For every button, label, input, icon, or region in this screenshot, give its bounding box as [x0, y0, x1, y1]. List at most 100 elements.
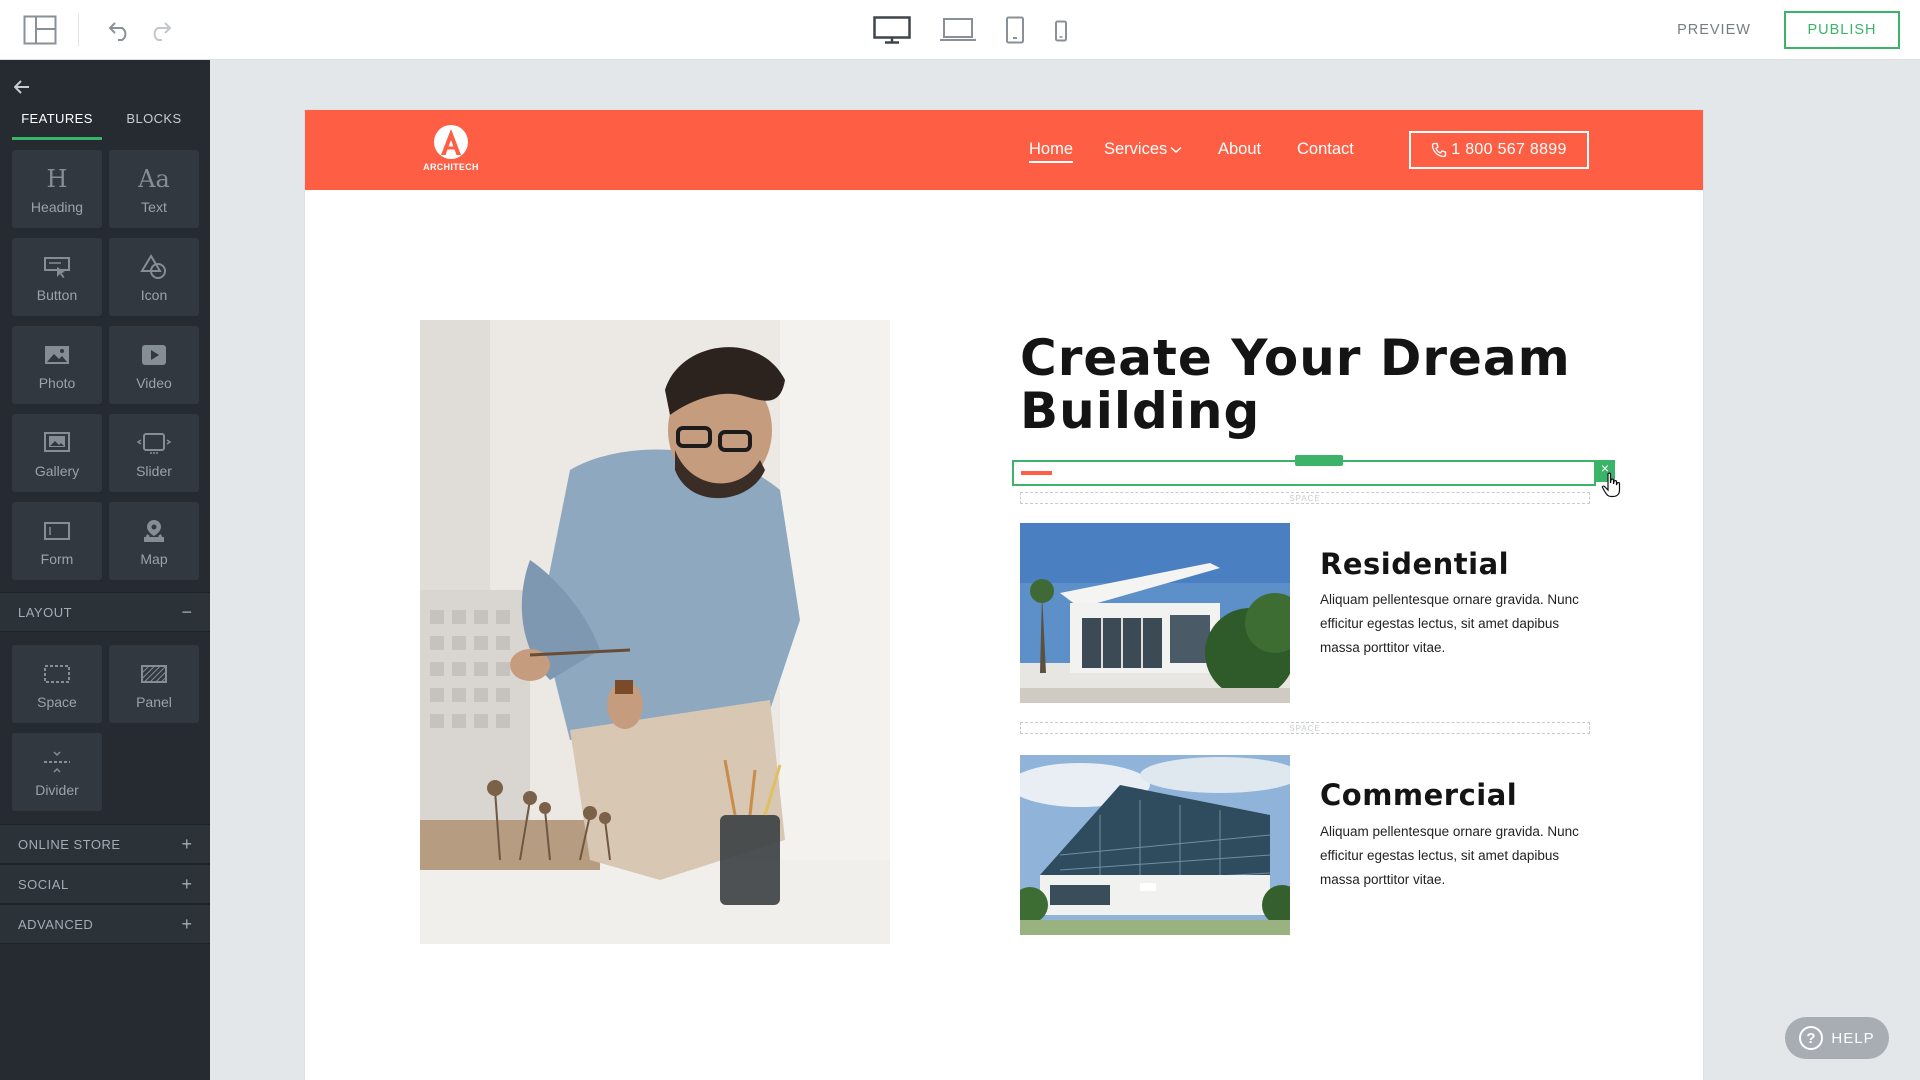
publish-button[interactable]: PUBLISH [1784, 11, 1900, 49]
site-header[interactable]: ARCHITECH Home Services About Contact 1 … [305, 110, 1703, 190]
expand-icon: + [181, 914, 192, 934]
redo-icon[interactable] [144, 14, 176, 46]
feature-form[interactable]: Form [12, 502, 102, 580]
feature-heading[interactable]: H Heading [12, 150, 102, 228]
space-label: SPACE [1289, 723, 1321, 733]
tablet-icon[interactable] [1000, 12, 1030, 48]
layout-space[interactable]: Space [12, 645, 102, 723]
collapse-icon: − [181, 602, 192, 622]
feature-label: Icon [140, 287, 168, 303]
layout-divider[interactable]: Divider [12, 733, 102, 811]
feature-label: Heading [30, 199, 84, 215]
laptop-icon[interactable] [936, 12, 980, 48]
preview-button[interactable]: PREVIEW [1662, 16, 1766, 44]
panel-icon [140, 659, 168, 689]
commercial-building-photo [1020, 755, 1290, 935]
site-logo[interactable]: ARCHITECH [415, 124, 487, 178]
button-icon [43, 252, 71, 282]
feature-label: Photo [38, 375, 76, 391]
hand-cursor-icon [1601, 472, 1623, 498]
divider-icon [42, 747, 72, 777]
expand-icon: + [181, 874, 192, 894]
layout-icon[interactable] [20, 13, 60, 47]
space-block[interactable]: SPACE [1020, 722, 1590, 734]
phone-button[interactable]: 1 800 567 8899 [1409, 131, 1589, 169]
gallery-icon [43, 428, 71, 458]
online-store-section[interactable]: ONLINE STORE + [0, 824, 210, 864]
orange-divider [1021, 471, 1052, 475]
feature-gallery[interactable]: Gallery [12, 414, 102, 492]
layout-section-header[interactable]: LAYOUT − [0, 592, 210, 632]
feature-icon[interactable]: Icon [109, 238, 199, 316]
feature-slider[interactable]: Slider [109, 414, 199, 492]
architect-photo-image [420, 320, 890, 944]
hero-photo[interactable] [420, 320, 890, 944]
section-title: ONLINE STORE [18, 836, 121, 852]
feature-label: Gallery [34, 463, 80, 479]
service-text-commercial[interactable]: Aliquam pellentesque ornare gravida. Nun… [1320, 820, 1595, 892]
feature-button[interactable]: Button [12, 238, 102, 316]
feature-label: Slider [136, 463, 172, 479]
feature-label: Button [36, 287, 78, 303]
layout-grid: Space Panel Divider [12, 645, 199, 811]
service-text-residential[interactable]: Aliquam pellentesque ornare gravida. Nun… [1320, 588, 1595, 660]
help-button[interactable]: ? HELP [1785, 1017, 1889, 1059]
text-icon: Aa [138, 165, 170, 193]
nav-home[interactable]: Home [1029, 140, 1074, 163]
space-label: SPACE [1289, 493, 1321, 503]
section-title: SOCIAL [18, 876, 69, 892]
feature-photo[interactable]: Photo [12, 326, 102, 404]
help-label: HELP [1831, 1029, 1875, 1047]
nav-services-label: Services [1104, 140, 1168, 158]
selected-divider-block[interactable] [1012, 455, 1596, 486]
slider-icon [137, 428, 171, 458]
page-title[interactable]: Create Your Dream Building [1020, 332, 1580, 438]
layout-panel[interactable]: Panel [109, 645, 199, 723]
top-toolbar: PREVIEW PUBLISH [0, 0, 1920, 60]
layout-label: Divider [35, 782, 79, 798]
tab-features[interactable]: FEATURES [12, 108, 102, 140]
service-title-commercial[interactable]: Commercial [1320, 778, 1517, 812]
expand-icon: + [181, 834, 192, 854]
feature-text[interactable]: Aa Text [109, 150, 199, 228]
space-block[interactable]: SPACE [1020, 492, 1590, 504]
phone-icon[interactable] [1050, 14, 1072, 48]
heading-icon: H [46, 165, 68, 193]
section-title: ADVANCED [18, 916, 94, 932]
social-section[interactable]: SOCIAL + [0, 864, 210, 904]
feature-map[interactable]: Map [109, 502, 199, 580]
residential-image[interactable] [1020, 523, 1290, 703]
toolbar-divider [78, 14, 79, 46]
advanced-section[interactable]: ADVANCED + [0, 904, 210, 944]
space-icon [43, 659, 71, 689]
commercial-image[interactable] [1020, 755, 1290, 935]
feature-label: Form [40, 551, 74, 567]
layout-label: Panel [136, 694, 172, 710]
feature-video[interactable]: Video [109, 326, 199, 404]
service-title-residential[interactable]: Residential [1320, 547, 1509, 581]
form-icon [43, 516, 71, 546]
video-icon [141, 340, 167, 370]
photo-icon [44, 340, 70, 370]
architech-logo-icon [434, 125, 468, 159]
layout-label: Space [37, 694, 77, 710]
nav-about[interactable]: About [1218, 140, 1261, 159]
feature-label: Video [136, 375, 172, 391]
nav-contact[interactable]: Contact [1297, 140, 1354, 159]
residential-house-photo [1020, 523, 1290, 703]
feature-label: Map [140, 551, 168, 567]
feature-label: Text [141, 199, 167, 215]
chevron-down-icon [1170, 146, 1182, 153]
desktop-icon[interactable] [870, 12, 914, 48]
nav-services[interactable]: Services [1104, 140, 1182, 159]
tab-blocks[interactable]: BLOCKS [114, 108, 194, 140]
help-icon: ? [1799, 1026, 1824, 1050]
logo-text: ARCHITECH [423, 162, 479, 172]
page-canvas[interactable]: ARCHITECH Home Services About Contact 1 … [305, 110, 1703, 1080]
section-title: LAYOUT [18, 604, 73, 620]
phone-icon [1432, 142, 1447, 158]
undo-icon[interactable] [104, 14, 136, 46]
sidebar: FEATURES BLOCKS H Heading Aa Text Button… [0, 60, 210, 1080]
back-arrow-icon[interactable] [10, 76, 34, 98]
drag-handle[interactable] [1295, 455, 1343, 466]
